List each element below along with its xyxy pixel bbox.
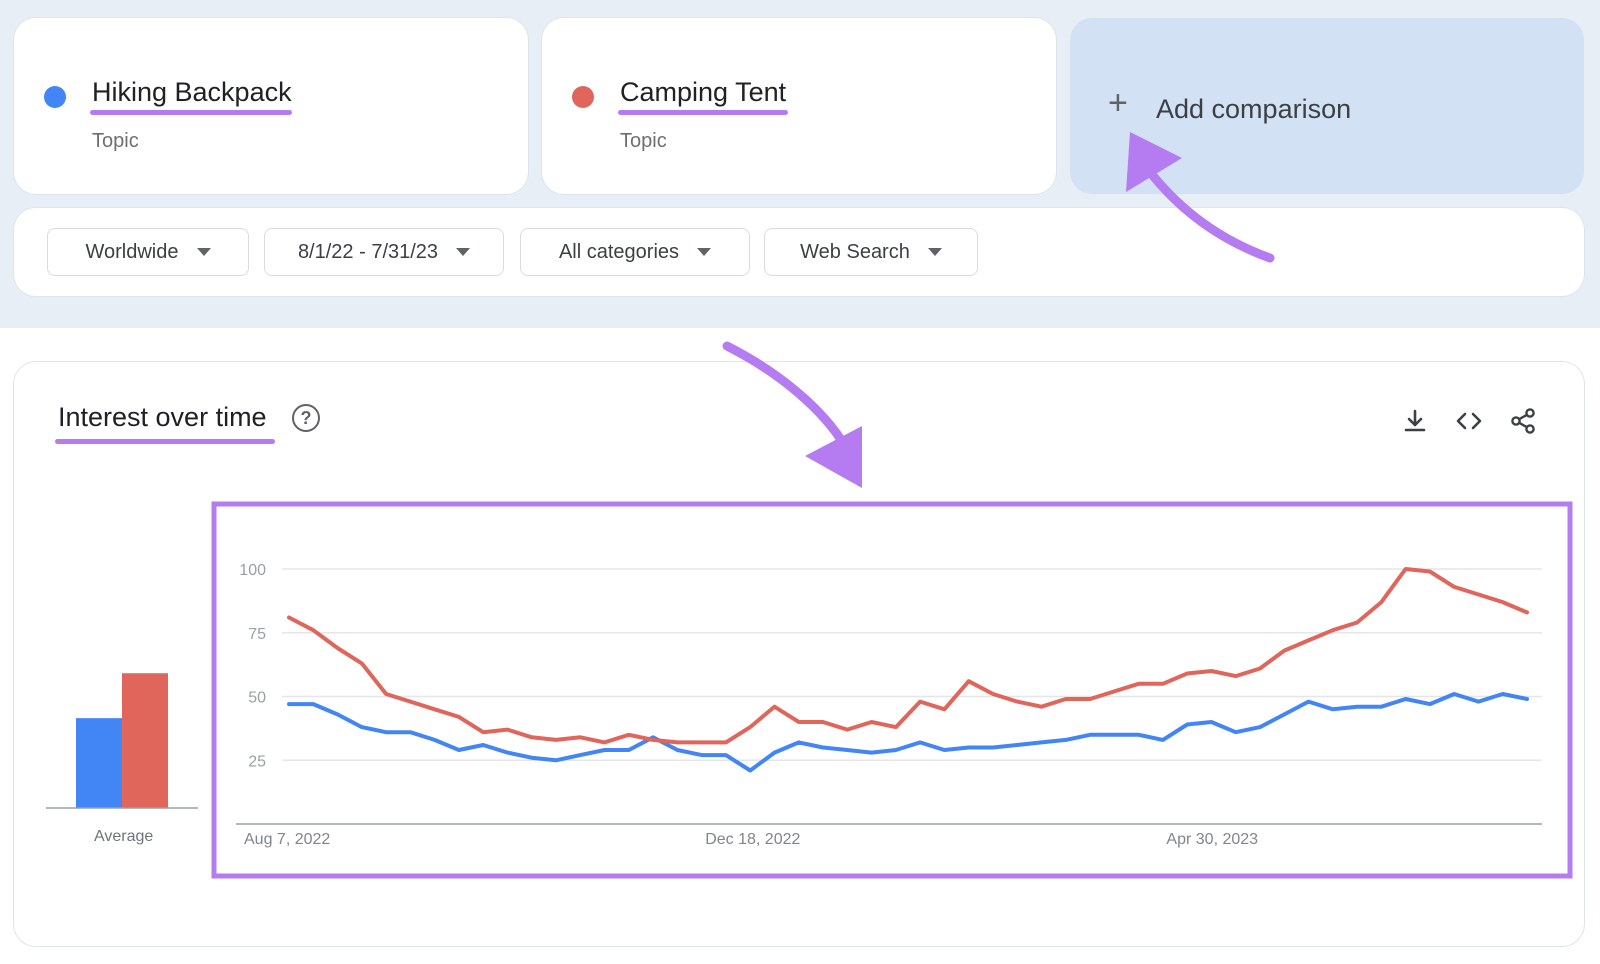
term-name[interactable]: Camping Tent xyxy=(620,76,786,108)
category-label: All categories xyxy=(559,241,679,264)
date-range-dropdown[interactable]: 8/1/22 - 7/31/23 xyxy=(264,228,504,276)
caret-down-icon xyxy=(197,248,211,256)
caret-down-icon xyxy=(928,248,942,256)
embed-code-icon[interactable] xyxy=(1454,406,1484,436)
filter-bar: Worldwide 8/1/22 - 7/31/23 All categorie… xyxy=(14,208,1584,296)
term-underline-annotation xyxy=(618,110,788,115)
average-bar-hiking-backpack xyxy=(76,718,122,808)
term-name[interactable]: Hiking Backpack xyxy=(92,76,292,108)
plus-icon: + xyxy=(1108,86,1128,120)
add-comparison-button[interactable]: + Add comparison xyxy=(1070,18,1584,194)
help-circle-icon[interactable]: ? xyxy=(292,404,320,432)
series-color-dot xyxy=(572,86,594,108)
average-bar-chart xyxy=(46,652,206,814)
add-comparison-label: Add comparison xyxy=(1156,94,1351,125)
term-type: Topic xyxy=(92,130,139,153)
term-underline-annotation xyxy=(90,110,292,115)
title-underline-annotation xyxy=(55,439,275,444)
average-bar-camping-tent xyxy=(122,673,168,808)
caret-down-icon xyxy=(697,248,711,256)
search-type-label: Web Search xyxy=(800,241,910,264)
average-label: Average xyxy=(94,828,153,846)
region-label: Worldwide xyxy=(86,241,179,264)
interest-over-time-card: Interest over time ? Average xyxy=(14,362,1584,946)
search-type-dropdown[interactable]: Web Search xyxy=(764,228,978,276)
series-color-dot xyxy=(44,86,66,108)
section-title: Interest over time xyxy=(58,402,267,433)
term-card-camping-tent[interactable]: Camping Tent Topic xyxy=(542,18,1056,194)
category-dropdown[interactable]: All categories xyxy=(520,228,750,276)
caret-down-icon xyxy=(456,248,470,256)
term-card-hiking-backpack[interactable]: Hiking Backpack Topic xyxy=(14,18,528,194)
share-icon[interactable] xyxy=(1508,406,1538,436)
region-dropdown[interactable]: Worldwide xyxy=(47,228,249,276)
date-range-label: 8/1/22 - 7/31/23 xyxy=(298,241,438,264)
term-type: Topic xyxy=(620,130,667,153)
download-icon[interactable] xyxy=(1400,406,1430,436)
